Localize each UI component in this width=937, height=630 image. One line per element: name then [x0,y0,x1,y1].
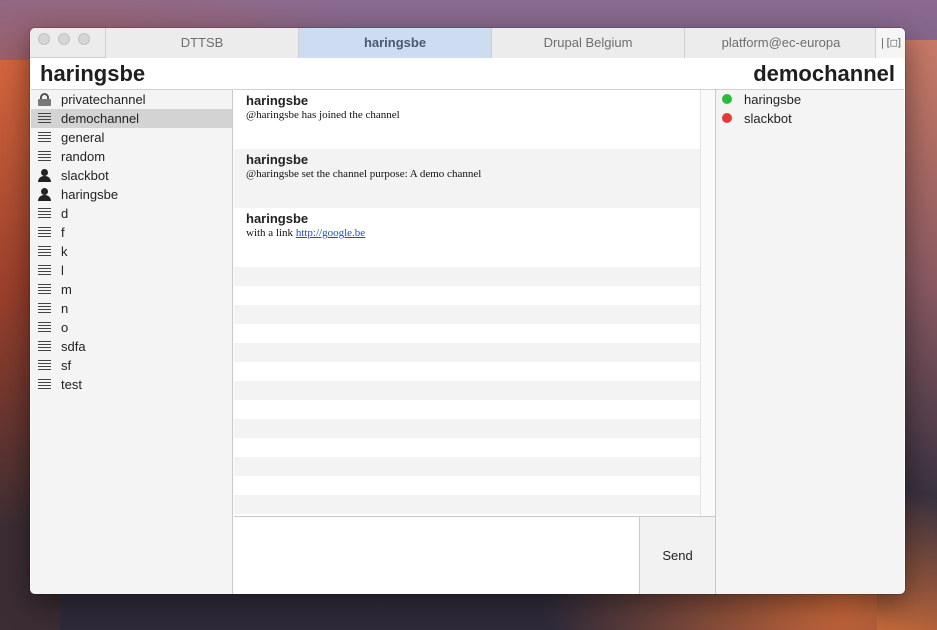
sidebar-item-label: sf [61,358,72,373]
sidebar-item-label: f [61,225,65,240]
channel-lines-icon [38,322,51,333]
sidebar-item-label: privatechannel [61,92,146,107]
sidebar-item-label: random [61,149,106,164]
channel-lines-icon [38,246,51,257]
tab-dttsb[interactable]: DTTSB [105,28,298,58]
empty-row [234,343,700,362]
empty-row [234,381,700,400]
empty-row [234,362,700,381]
empty-row [234,495,700,514]
offline-status-icon [722,113,732,123]
empty-row [234,457,700,476]
member-item-slackbot[interactable]: slackbot [716,109,904,128]
channel-lines-icon [38,227,51,238]
member-list: haringsbe slackbot [716,89,904,594]
message-pane: haringsbe @haringsbe has joined the chan… [234,89,715,517]
sidebar-item-label: slackbot [61,168,109,183]
lock-icon [38,93,51,106]
sidebar-item-label: m [61,282,72,297]
empty-row [234,419,700,438]
header: haringsbe demochannel [30,58,905,88]
sidebar-item-sdfa[interactable]: sdfa [31,337,232,356]
empty-row [234,286,700,305]
message-list: haringsbe @haringsbe has joined the chan… [234,90,700,517]
sidebar-item-n[interactable]: n [31,299,232,318]
sidebar-item-sf[interactable]: sf [31,356,232,375]
user-icon [38,188,51,201]
channel-sidebar: privatechannel demochannel general rando… [31,89,233,594]
message-link[interactable]: http://google.be [296,227,365,239]
empty-row [234,267,700,286]
message-author: haringsbe [246,93,309,108]
message-author: haringsbe [246,152,309,167]
message-scrollbar[interactable] [700,90,715,517]
sidebar-item-label: d [61,206,69,221]
online-status-icon [722,94,732,104]
message-item: haringsbe @haringsbe set the channel pur… [234,149,700,208]
sidebar-item-haringsbe[interactable]: haringsbe [31,185,232,204]
team-title: haringsbe [40,61,146,86]
close-window-button[interactable] [38,33,50,45]
empty-row [234,400,700,419]
empty-row [234,305,700,324]
channel-lines-icon [38,151,51,162]
sidebar-item-l[interactable]: l [31,261,232,280]
channel-lines-icon [38,265,51,276]
member-name: slackbot [744,111,792,126]
message-text: with a link http://google.be [246,227,688,239]
zoom-window-button[interactable] [78,33,90,45]
message-text: @haringsbe has joined the channel [246,109,400,121]
sidebar-item-demochannel[interactable]: demochannel [31,109,232,128]
minimize-window-button[interactable] [58,33,70,45]
titlebar: DTTSB haringsbe Drupal Belgium platform@… [30,28,905,58]
app-window: DTTSB haringsbe Drupal Belgium platform@… [30,28,905,594]
sidebar-item-d[interactable]: d [31,204,232,223]
channel-lines-icon [38,341,51,352]
sidebar-item-label: general [61,130,105,145]
message-text: @haringsbe set the channel purpose: A de… [246,168,482,180]
message-input[interactable] [234,517,640,594]
empty-row [234,324,700,343]
message-author: haringsbe [246,211,309,226]
empty-row [234,476,700,495]
channel-lines-icon [38,360,51,371]
sidebar-item-label: k [61,244,68,259]
user-icon [38,169,51,182]
channel-title: demochannel [753,61,895,86]
sidebar-item-label: test [61,377,82,392]
channel-lines-icon [38,379,51,390]
message-item: haringsbe with a link http://google.be [234,208,700,267]
sidebar-item-f[interactable]: f [31,223,232,242]
sidebar-item-label: o [61,320,69,335]
sidebar-item-privatechannel[interactable]: privatechannel [31,90,232,109]
empty-row [234,438,700,457]
sidebar-item-label: haringsbe [61,187,119,202]
channel-lines-icon [38,303,51,314]
sidebar-item-m[interactable]: m [31,280,232,299]
sidebar-item-general[interactable]: general [31,128,232,147]
sidebar-item-random[interactable]: random [31,147,232,166]
sidebar-item-label: sdfa [61,339,86,354]
message-text-prefix: with a link [246,227,296,239]
sidebar-item-label: n [61,301,69,316]
sidebar-item-label: l [61,263,64,278]
channel-lines-icon [38,284,51,295]
tab-overview-icon[interactable]: |[□] [875,28,905,58]
tab-platform-ec-europa[interactable]: platform@ec-europa [684,28,877,58]
tab-drupal-belgium[interactable]: Drupal Belgium [491,28,684,58]
sidebar-item-k[interactable]: k [31,242,232,261]
send-button[interactable]: Send [640,517,715,594]
sidebar-item-label: demochannel [61,111,140,126]
channel-lines-icon [38,208,51,219]
composer: Send [234,516,715,594]
tab-haringsbe[interactable]: haringsbe [298,28,491,58]
channel-lines-icon [38,132,51,143]
member-name: haringsbe [744,92,802,107]
channel-lines-icon [38,113,51,124]
member-item-haringsbe[interactable]: haringsbe [716,90,904,109]
sidebar-item-o[interactable]: o [31,318,232,337]
sidebar-item-slackbot[interactable]: slackbot [31,166,232,185]
message-item: haringsbe @haringsbe has joined the chan… [234,90,700,149]
sidebar-item-test[interactable]: test [31,375,232,394]
